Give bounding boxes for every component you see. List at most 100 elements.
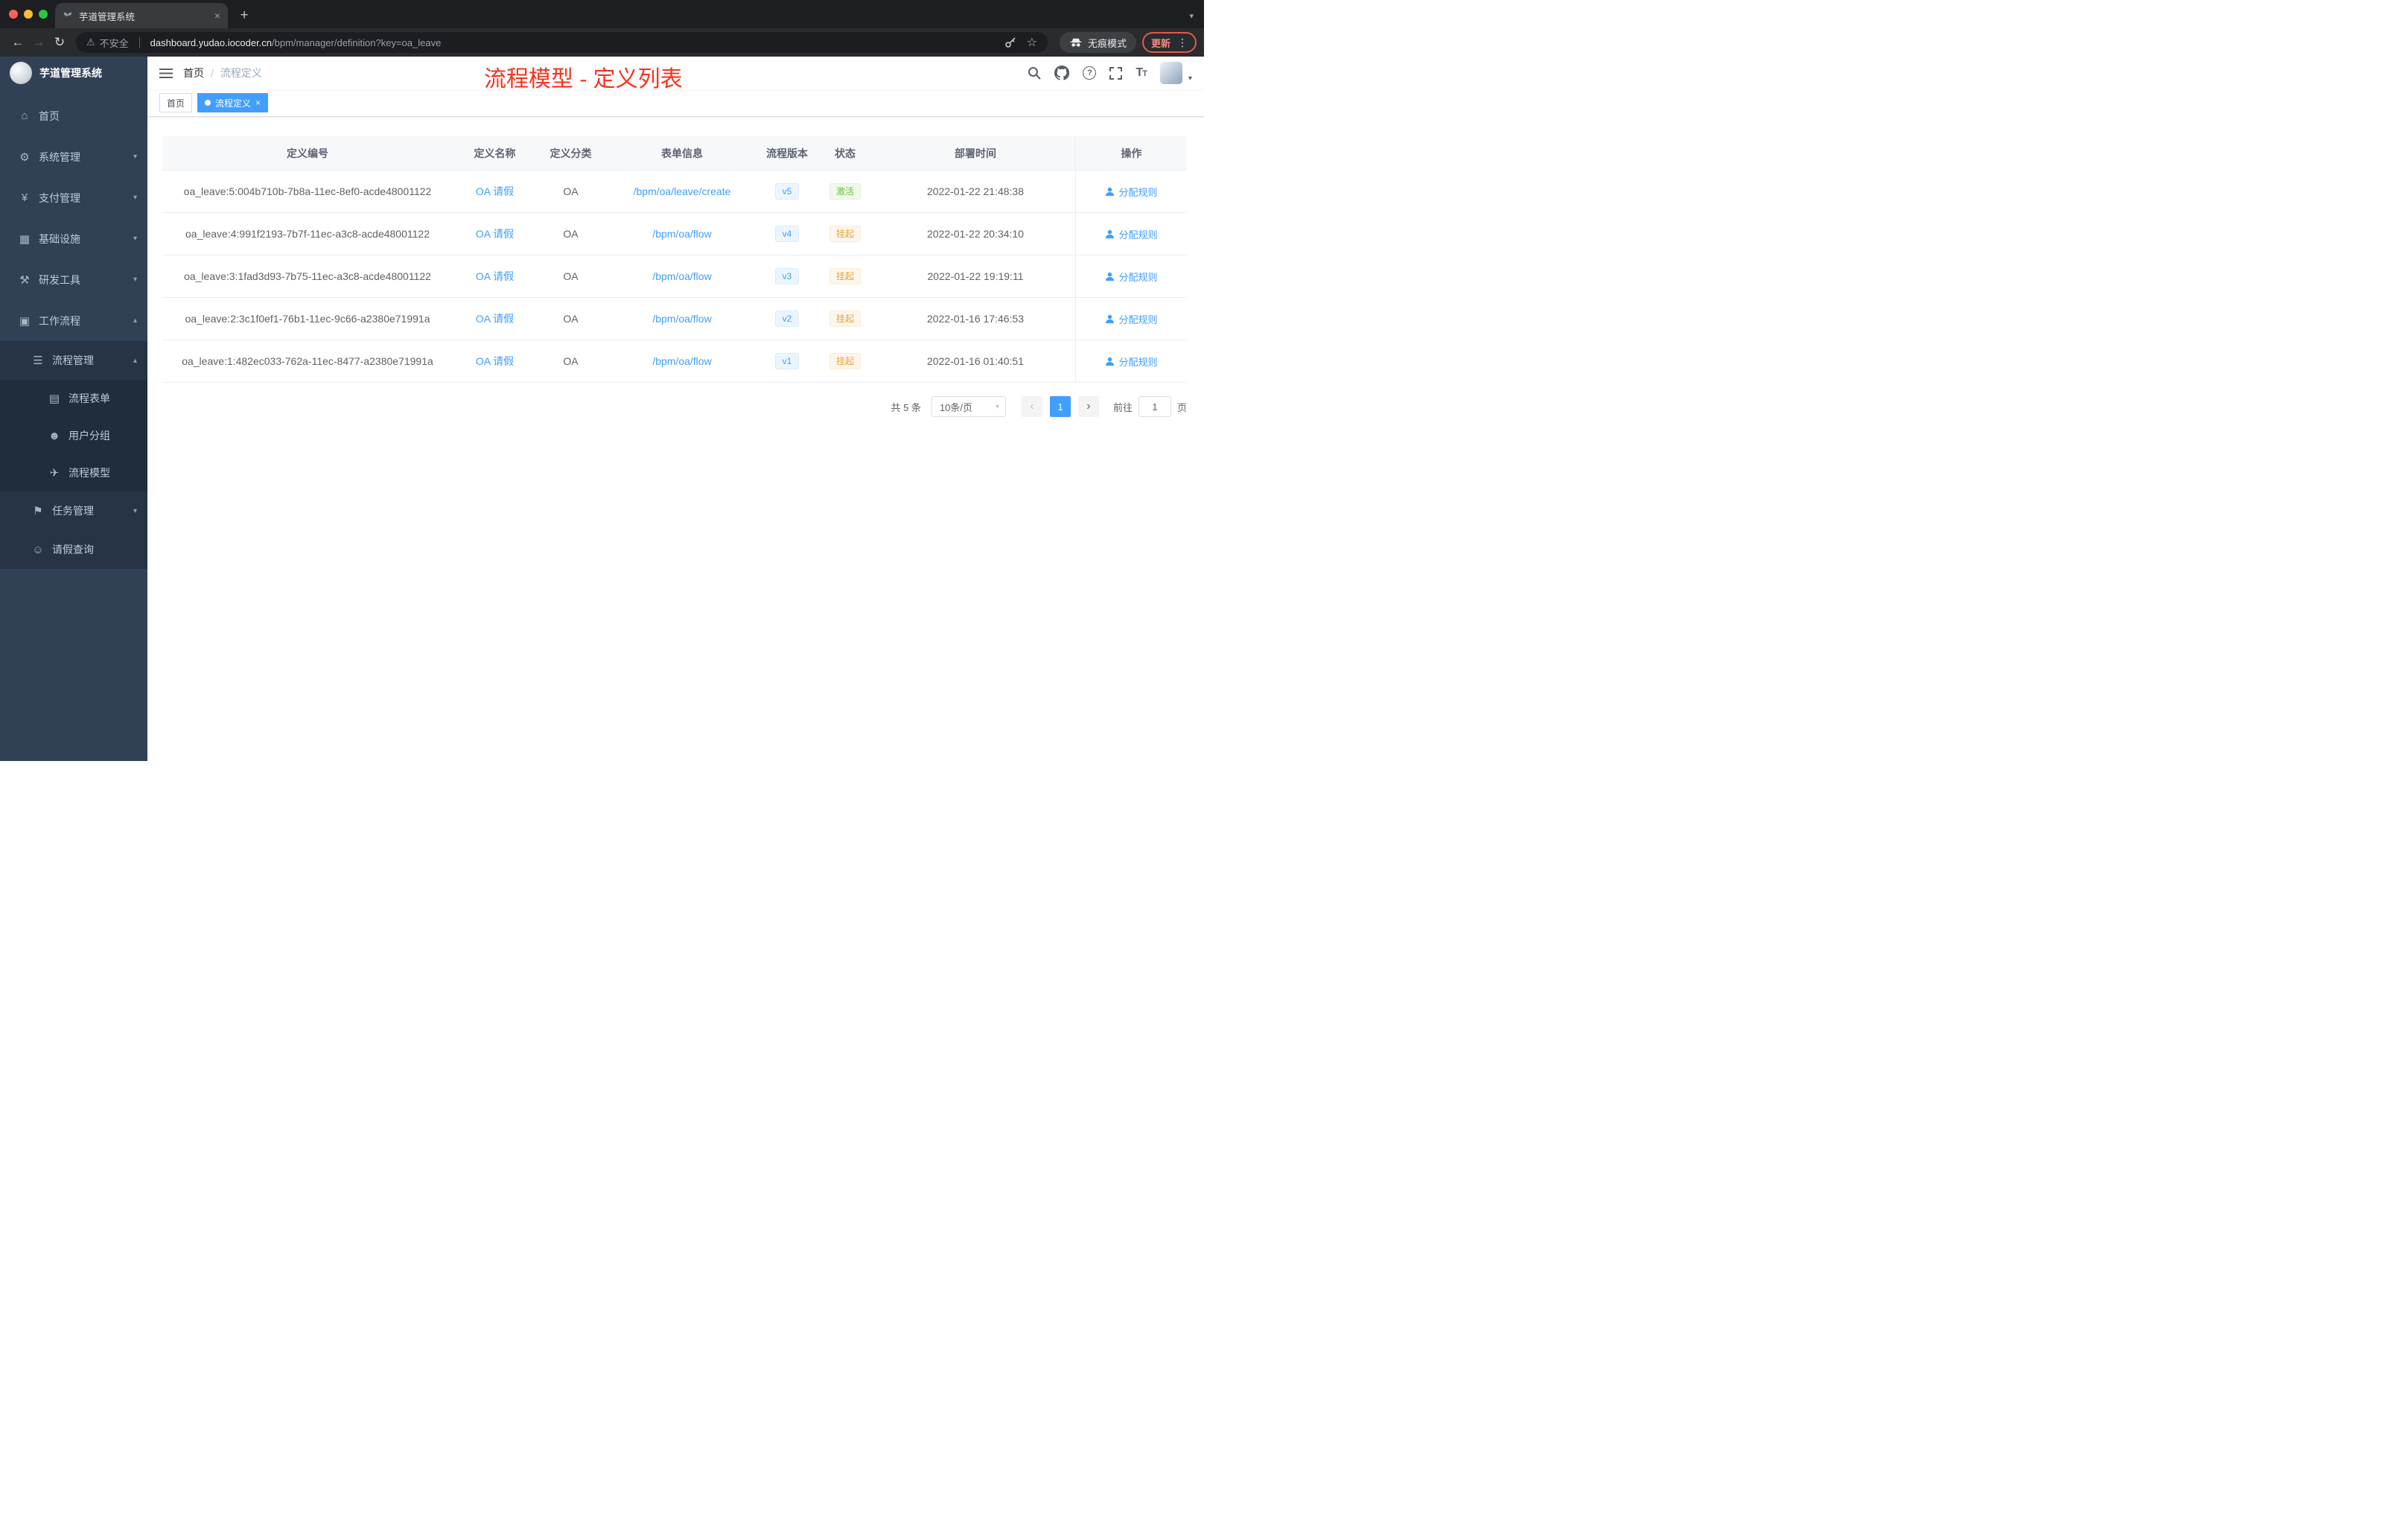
main-area: 首页 / 流程定义 流程模型 - 定义列表 ? TT ▾ 首页 流程定义 × 定… bbox=[147, 57, 1204, 761]
next-page-button[interactable]: › bbox=[1077, 396, 1099, 417]
security-label[interactable]: 不安全 bbox=[100, 36, 129, 50]
minimize-window-button[interactable] bbox=[24, 10, 33, 19]
form-info-link[interactable]: /bpm/oa/leave/create bbox=[605, 171, 759, 212]
help-icon[interactable]: ? bbox=[1083, 66, 1097, 80]
page-size-select[interactable]: 10条/页 ▾ bbox=[931, 396, 1006, 417]
browser-tab[interactable]: 芋道管理系统 × bbox=[55, 3, 228, 28]
tools-icon: ⚒ bbox=[19, 273, 30, 287]
table-row: oa_leave:4:991f2193-7b7f-11ec-a3c8-acde4… bbox=[162, 213, 1187, 255]
page-number-button[interactable]: 1 bbox=[1049, 396, 1071, 417]
status-cell: 挂起 bbox=[815, 255, 876, 297]
tags-view-bar: 首页 流程定义 × bbox=[147, 89, 1204, 117]
github-icon[interactable] bbox=[1054, 66, 1070, 80]
sidebar-item-process-management[interactable]: ☰ 流程管理 ▴ bbox=[0, 341, 147, 380]
paper-plane-icon: ✈ bbox=[49, 467, 60, 480]
assign-rule-button[interactable]: 分配规则 bbox=[1105, 227, 1158, 241]
tab-search-chevron-icon[interactable]: ▾ bbox=[1189, 11, 1194, 21]
form-info-link[interactable]: /bpm/oa/flow bbox=[605, 213, 759, 255]
sidebar-item-label: 用户分组 bbox=[69, 430, 110, 442]
sidebar-toggle-icon[interactable] bbox=[159, 68, 173, 79]
sidebar-menu: ⌂ 首页 ⚙ 系统管理 ▾ ¥ 支付管理 ▾ ▦ 基础设施 ▾ ⚒ 研发工具 ▾… bbox=[0, 89, 147, 569]
status-badge: 挂起 bbox=[829, 310, 861, 328]
deploy-time: 2022-01-22 20:34:10 bbox=[927, 228, 1024, 240]
definition-table: 定义编号 定义名称 定义分类 表单信息 流程版本 状态 部署时间 操作 oa_l… bbox=[162, 136, 1187, 383]
url-host: dashboard.yudao.iocoder.cn bbox=[150, 36, 273, 48]
tag-close-icon[interactable]: × bbox=[255, 98, 261, 108]
person-icon bbox=[1106, 272, 1115, 281]
assign-rule-button[interactable]: 分配规则 bbox=[1105, 312, 1158, 326]
definition-name-link[interactable]: OA 请假 bbox=[453, 213, 537, 255]
incognito-label: 无痕模式 bbox=[1087, 37, 1127, 49]
sidebar-item-system[interactable]: ⚙ 系统管理 ▾ bbox=[0, 136, 147, 177]
chevron-down-icon[interactable]: ▾ bbox=[1188, 74, 1192, 84]
url-text[interactable]: dashboard.yudao.iocoder.cn/bpm/manager/d… bbox=[150, 37, 442, 48]
sidebar-item-infra[interactable]: ▦ 基础设施 ▾ bbox=[0, 218, 147, 259]
favicon-sprout-icon bbox=[63, 12, 72, 20]
pagination: 共 5 条 10条/页 ▾ ‹ 1 › 前往 页 bbox=[162, 396, 1187, 417]
definition-name-link[interactable]: OA 请假 bbox=[453, 255, 537, 297]
col-status: 状态 bbox=[835, 147, 856, 159]
briefcase-icon: ▣ bbox=[19, 314, 31, 328]
assign-rule-button[interactable]: 分配规则 bbox=[1105, 185, 1158, 199]
version-tag: v4 bbox=[774, 225, 800, 243]
goto-page-input[interactable] bbox=[1138, 396, 1171, 417]
person-icon bbox=[1106, 357, 1115, 366]
close-window-button[interactable] bbox=[9, 10, 18, 19]
menu-kebab-icon[interactable]: ⋮ bbox=[1177, 36, 1188, 49]
definition-id: oa_leave:5:004b710b-7b8a-11ec-8ef0-acde4… bbox=[183, 185, 432, 197]
person-icon bbox=[1106, 314, 1115, 323]
status-badge: 挂起 bbox=[829, 352, 861, 370]
sidebar-item-payment[interactable]: ¥ 支付管理 ▾ bbox=[0, 177, 147, 218]
sidebar-item-label: 请假查询 bbox=[52, 544, 94, 555]
tag-process-definition[interactable]: 流程定义 × bbox=[197, 93, 269, 112]
definition-name-link[interactable]: OA 请假 bbox=[453, 298, 537, 340]
search-icon[interactable] bbox=[1028, 66, 1042, 80]
sidebar: 芋道管理系统 ⌂ 首页 ⚙ 系统管理 ▾ ¥ 支付管理 ▾ ▦ 基础设施 ▾ ⚒… bbox=[0, 57, 147, 761]
sidebar-item-process-models[interactable]: ✈ 流程模型 bbox=[0, 454, 147, 491]
form-info-link[interactable]: /bpm/oa/flow bbox=[605, 298, 759, 340]
app-frame: 芋道管理系统 ⌂ 首页 ⚙ 系统管理 ▾ ¥ 支付管理 ▾ ▦ 基础设施 ▾ ⚒… bbox=[0, 57, 1204, 761]
reload-button[interactable]: ↻ bbox=[49, 32, 70, 53]
address-bar[interactable]: ⚠ 不安全 dashboard.yudao.iocoder.cn/bpm/man… bbox=[76, 32, 1048, 53]
sidebar-item-workflow[interactable]: ▣ 工作流程 ▴ bbox=[0, 300, 147, 341]
form-info-link[interactable]: /bpm/oa/flow bbox=[605, 255, 759, 297]
col-deploy-time: 部署时间 bbox=[955, 147, 996, 159]
tab-title: 芋道管理系统 bbox=[79, 11, 136, 22]
key-icon[interactable] bbox=[1004, 36, 1016, 48]
yen-icon: ¥ bbox=[21, 191, 28, 204]
chevron-down-icon: ▾ bbox=[133, 235, 137, 243]
person-icon: ☺ bbox=[32, 543, 44, 556]
fullscreen-icon[interactable] bbox=[1109, 66, 1123, 80]
definition-name-link[interactable]: OA 请假 bbox=[453, 340, 537, 382]
dashboard-icon: ⌂ bbox=[21, 109, 28, 122]
definition-id: oa_leave:1:482ec033-762a-11ec-8477-a2380… bbox=[182, 355, 433, 367]
browser-update-button[interactable]: 更新 ⋮ bbox=[1141, 32, 1197, 53]
font-size-icon[interactable]: TT bbox=[1135, 66, 1147, 80]
tag-home[interactable]: 首页 bbox=[159, 93, 193, 112]
assign-rule-button[interactable]: 分配规则 bbox=[1105, 354, 1158, 369]
forward-button[interactable]: → bbox=[28, 32, 49, 53]
tab-close-icon[interactable]: × bbox=[214, 10, 220, 22]
infrastructure-icon: ▦ bbox=[19, 232, 31, 246]
prev-page-button[interactable]: ‹ bbox=[1021, 396, 1042, 417]
form-info-link[interactable]: /bpm/oa/flow bbox=[605, 340, 759, 382]
sidebar-item-home[interactable]: ⌂ 首页 bbox=[0, 95, 147, 136]
user-avatar[interactable] bbox=[1159, 62, 1182, 84]
sidebar-item-devtools[interactable]: ⚒ 研发工具 ▾ bbox=[0, 259, 147, 300]
sidebar-item-label: 支付管理 bbox=[39, 191, 80, 204]
new-tab-button[interactable]: + bbox=[234, 5, 255, 26]
sidebar-logo[interactable]: 芋道管理系统 bbox=[0, 57, 147, 89]
sidebar-item-task-management[interactable]: ⚑ 任务管理 ▾ bbox=[0, 491, 147, 530]
back-button[interactable]: ← bbox=[7, 32, 28, 53]
table-row: oa_leave:5:004b710b-7b8a-11ec-8ef0-acde4… bbox=[162, 171, 1187, 213]
bookmark-star-icon[interactable]: ☆ bbox=[1027, 35, 1037, 50]
definition-name-link[interactable]: OA 请假 bbox=[453, 171, 537, 212]
breadcrumb-home[interactable]: 首页 bbox=[183, 66, 204, 80]
sidebar-item-user-groups[interactable]: ☻ 用户分组 bbox=[0, 417, 147, 454]
definition-id: oa_leave:3:1fad3d93-7b75-11ec-a3c8-acde4… bbox=[184, 270, 431, 282]
chevron-down-icon: ▾ bbox=[133, 506, 137, 515]
maximize-window-button[interactable] bbox=[39, 10, 48, 19]
sidebar-item-process-forms[interactable]: ▤ 流程表单 bbox=[0, 380, 147, 417]
sidebar-item-leave-query[interactable]: ☺ 请假查询 bbox=[0, 530, 147, 569]
assign-rule-button[interactable]: 分配规则 bbox=[1105, 270, 1158, 284]
